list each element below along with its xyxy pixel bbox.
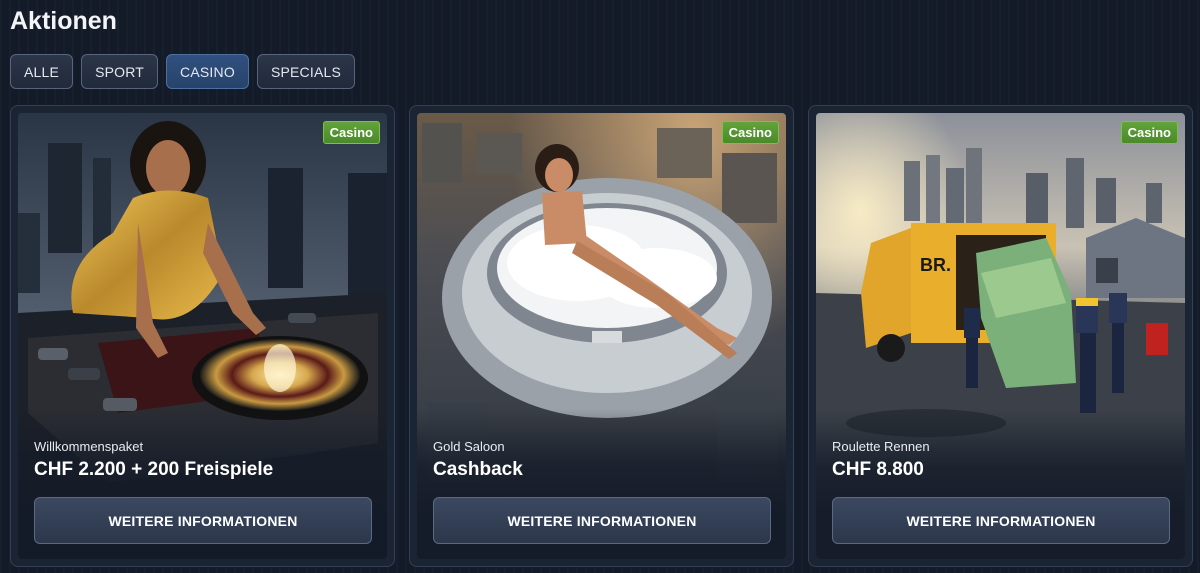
van-logo: BR. [920, 255, 951, 275]
filter-casino-button[interactable]: CASINO [166, 54, 249, 89]
page-title: Aktionen [10, 7, 117, 35]
filter-specials-button[interactable]: SPECIALS [256, 54, 356, 89]
promo-title: CHF 2.200 + 200 Freispiele [34, 459, 274, 480]
category-badge: Casino [1120, 121, 1178, 144]
category-badge: Casino [322, 121, 380, 144]
more-info-button[interactable]: WEITERE INFORMATIONEN [34, 497, 372, 544]
promo-title: CHF 8.800 [832, 459, 924, 480]
promo-card-welcome: Casino Willkommenspaket CHF 2.200 + 200 … [10, 105, 395, 567]
promo-subtitle: Gold Saloon [433, 439, 505, 454]
filter-alle-button[interactable]: ALLE [10, 54, 74, 89]
promo-title: Cashback [433, 459, 523, 480]
category-badge: Casino [721, 121, 779, 144]
promo-subtitle: Roulette Rennen [832, 439, 930, 454]
more-info-button[interactable]: WEITERE INFORMATIONEN [433, 497, 771, 544]
promo-card-cashback: Casino Gold Saloon Cashback WEITERE INFO… [409, 105, 794, 567]
filter-sport-button[interactable]: SPORT [81, 54, 159, 89]
promo-subtitle: Willkommenspaket [34, 439, 144, 454]
more-info-button[interactable]: WEITERE INFORMATIONEN [832, 497, 1170, 544]
promo-card-roulette-race: BR. Casino Roulette Rennen CHF 8.800 WEI… [808, 105, 1193, 567]
filter-bar: ALLE SPORT CASINO SPECIALS [10, 54, 356, 89]
